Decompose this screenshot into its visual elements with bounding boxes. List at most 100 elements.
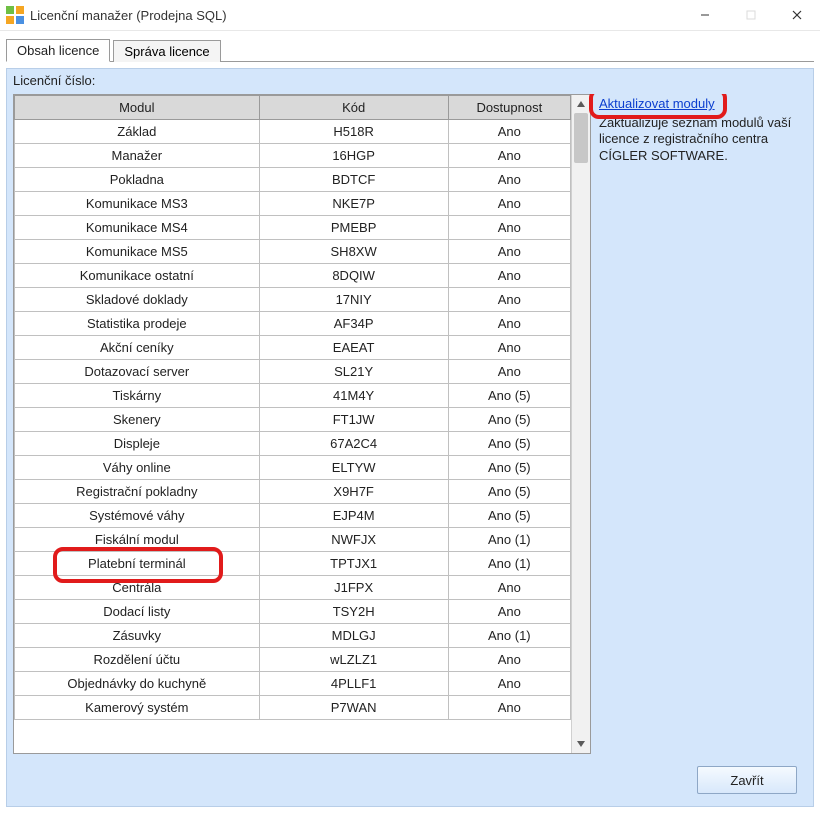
cell-code: 41M4Y [259,384,448,408]
cell-module: Dodací listy [15,600,260,624]
cell-code: wLZLZ1 [259,648,448,672]
cell-module: Registrační pokladny [15,480,260,504]
table-row[interactable]: Displeje67A2C4Ano (5) [15,432,571,456]
content-row: Modul Kód Dostupnost ZákladH518RAnoManaž… [7,94,813,760]
table-row[interactable]: Komunikace MS5SH8XWAno [15,240,571,264]
cell-code: PMEBP [259,216,448,240]
table-row[interactable]: Tiskárny41M4YAno (5) [15,384,571,408]
license-number-label: Licenční číslo: [7,69,813,94]
col-header-module[interactable]: Modul [15,96,260,120]
cell-code: EJP4M [259,504,448,528]
table-row[interactable]: Registrační pokladnyX9H7FAno (5) [15,480,571,504]
content-panel: Licenční číslo: Modul Kód Dostupnost [6,68,814,807]
cell-availability: Ano [448,312,570,336]
cell-code: P7WAN [259,696,448,720]
minimize-button[interactable] [682,0,728,30]
cell-module: Skenery [15,408,260,432]
cell-availability: Ano [448,192,570,216]
maximize-button[interactable] [728,0,774,30]
cell-availability: Ano [448,264,570,288]
cell-code: TPTJX1 [259,552,448,576]
window-root: Licenční manažer (Prodejna SQL) Obsah li… [0,0,820,813]
cell-code: EAEAT [259,336,448,360]
cell-module: Fiskální modul [15,528,260,552]
cell-code: 17NIY [259,288,448,312]
window-buttons [682,0,820,30]
table-row[interactable]: Komunikace MS3NKE7PAno [15,192,571,216]
table-row[interactable]: Skladové doklady17NIYAno [15,288,571,312]
table-row[interactable]: ZákladH518RAno [15,120,571,144]
col-header-code[interactable]: Kód [259,96,448,120]
table-row[interactable]: Fiskální modulNWFJXAno (1) [15,528,571,552]
scroll-down-icon[interactable] [572,735,590,753]
cell-availability: Ano (1) [448,624,570,648]
col-header-availability[interactable]: Dostupnost [448,96,570,120]
cell-availability: Ano (1) [448,528,570,552]
window-title: Licenční manažer (Prodejna SQL) [30,8,682,23]
footer-bar: Zavřít [7,760,813,806]
table-row[interactable]: Manažer16HGPAno [15,144,571,168]
cell-module: Objednávky do kuchyně [15,672,260,696]
tab-label: Obsah licence [17,43,99,58]
cell-availability: Ano [448,672,570,696]
close-dialog-button[interactable]: Zavřít [697,766,797,794]
tab-obsah-licence[interactable]: Obsah licence [6,39,110,62]
cell-availability: Ano [448,696,570,720]
cell-availability: Ano [448,240,570,264]
cell-availability: Ano [448,120,570,144]
table-row[interactable]: Objednávky do kuchyně4PLLF1Ano [15,672,571,696]
cell-code: 67A2C4 [259,432,448,456]
cell-code: 8DQIW [259,264,448,288]
table-row[interactable]: Platební terminálTPTJX1Ano (1) [15,552,571,576]
table-row[interactable]: Váhy onlineELTYWAno (5) [15,456,571,480]
table-row[interactable]: Dotazovací serverSL21YAno [15,360,571,384]
scroll-up-icon[interactable] [572,95,590,113]
update-modules-link[interactable]: Aktualizovat moduly [599,96,715,111]
cell-code: NWFJX [259,528,448,552]
cell-module: Základ [15,120,260,144]
table-row[interactable]: Statistika prodejeAF34PAno [15,312,571,336]
cell-availability: Ano [448,336,570,360]
table-row[interactable]: ZásuvkyMDLGJAno (1) [15,624,571,648]
table-row[interactable]: Komunikace MS4PMEBPAno [15,216,571,240]
table-row[interactable]: SkeneryFT1JWAno (5) [15,408,571,432]
cell-availability: Ano (5) [448,432,570,456]
cell-availability: Ano [448,360,570,384]
cell-availability: Ano [448,648,570,672]
cell-module: Komunikace MS4 [15,216,260,240]
tab-sprava-licence[interactable]: Správa licence [113,40,220,62]
cell-module: Kamerový systém [15,696,260,720]
cell-module: Systémové váhy [15,504,260,528]
table-row[interactable]: Dodací listyTSY2HAno [15,600,571,624]
cell-code: SH8XW [259,240,448,264]
table-row[interactable]: Akční ceníkyEAEATAno [15,336,571,360]
scroll-thumb[interactable] [574,113,588,163]
table-row[interactable]: Kamerový systémP7WANAno [15,696,571,720]
close-button[interactable] [774,0,820,30]
titlebar: Licenční manažer (Prodejna SQL) [0,0,820,31]
table-row[interactable]: PokladnaBDTCFAno [15,168,571,192]
cell-code: J1FPX [259,576,448,600]
cell-availability: Ano [448,288,570,312]
desc-line: CÍGLER SOFTWARE. [599,148,728,163]
scroll-track[interactable] [572,113,590,735]
table-row[interactable]: Komunikace ostatní8DQIWAno [15,264,571,288]
cell-availability: Ano (5) [448,408,570,432]
cell-code: 4PLLF1 [259,672,448,696]
table-row[interactable]: CentrálaJ1FPXAno [15,576,571,600]
cell-code: SL21Y [259,360,448,384]
cell-module: Dotazovací server [15,360,260,384]
table-row[interactable]: Rozdělení účtuwLZLZ1Ano [15,648,571,672]
cell-module: Tiskárny [15,384,260,408]
desc-line: licence z registračního centra [599,131,768,146]
app-icon [6,6,24,24]
cell-availability: Ano (5) [448,384,570,408]
vertical-scrollbar[interactable] [571,95,590,753]
tab-label: Správa licence [124,44,209,59]
cell-code: BDTCF [259,168,448,192]
cell-module: Váhy online [15,456,260,480]
cell-code: TSY2H [259,600,448,624]
tab-bar: Obsah licence Správa licence [0,31,820,61]
table-row[interactable]: Systémové váhyEJP4MAno (5) [15,504,571,528]
cell-module: Manažer [15,144,260,168]
